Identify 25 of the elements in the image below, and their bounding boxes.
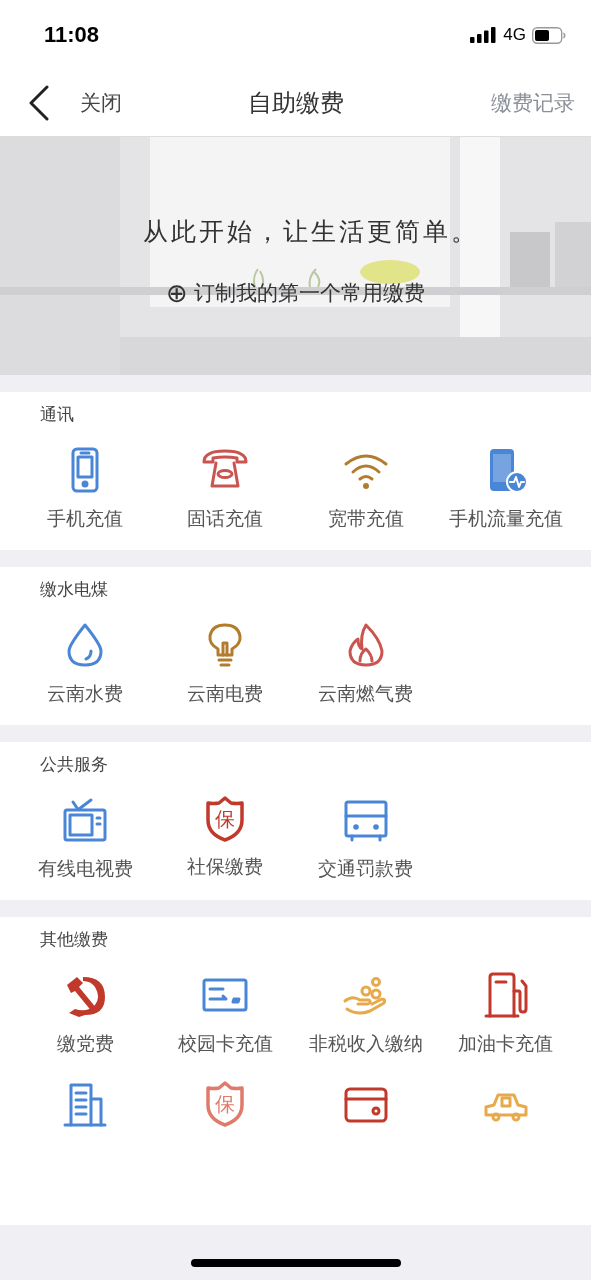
section-title: 公共服务 bbox=[39, 753, 109, 776]
service-label[interactable]: 交通罚款费 bbox=[318, 856, 414, 882]
section-title: 通讯 bbox=[39, 403, 75, 426]
service-label[interactable]: 云南电费 bbox=[187, 681, 264, 707]
section-title: 其他缴费 bbox=[39, 928, 109, 951]
add-favorite-button[interactable]: ⊕ 订制我的第一个常用缴费 bbox=[166, 277, 425, 308]
service-label[interactable]: 手机充值 bbox=[47, 506, 124, 532]
page-title: 自助缴费 bbox=[247, 88, 344, 119]
service-label[interactable]: 固话充值 bbox=[187, 506, 264, 532]
service-label[interactable]: 手机流量充值 bbox=[448, 506, 563, 532]
network-label: 4G bbox=[503, 25, 526, 45]
service-label[interactable]: 云南燃气费 bbox=[318, 681, 414, 707]
service-label[interactable]: 有线电视费 bbox=[37, 856, 133, 882]
status-time: 11:08 bbox=[44, 22, 100, 48]
service-label[interactable]: 非税收入缴纳 bbox=[308, 1031, 423, 1057]
service-label[interactable]: 缴党费 bbox=[56, 1031, 114, 1057]
service-label[interactable]: 社保缴费 bbox=[187, 854, 264, 880]
shield-icon[interactable]: 保 bbox=[205, 796, 246, 842]
service-label[interactable]: 加油卡充值 bbox=[458, 1031, 554, 1057]
service-label[interactable]: 宽带充值 bbox=[327, 506, 404, 532]
service-label[interactable]: 校园卡充值 bbox=[177, 1031, 273, 1057]
banner-slogan: 从此开始，让生活更简单。 bbox=[141, 215, 479, 248]
close-link[interactable]: 关闭 bbox=[80, 89, 122, 117]
section-title: 缴水电煤 bbox=[39, 578, 109, 601]
service-label[interactable]: 云南水费 bbox=[47, 681, 124, 707]
